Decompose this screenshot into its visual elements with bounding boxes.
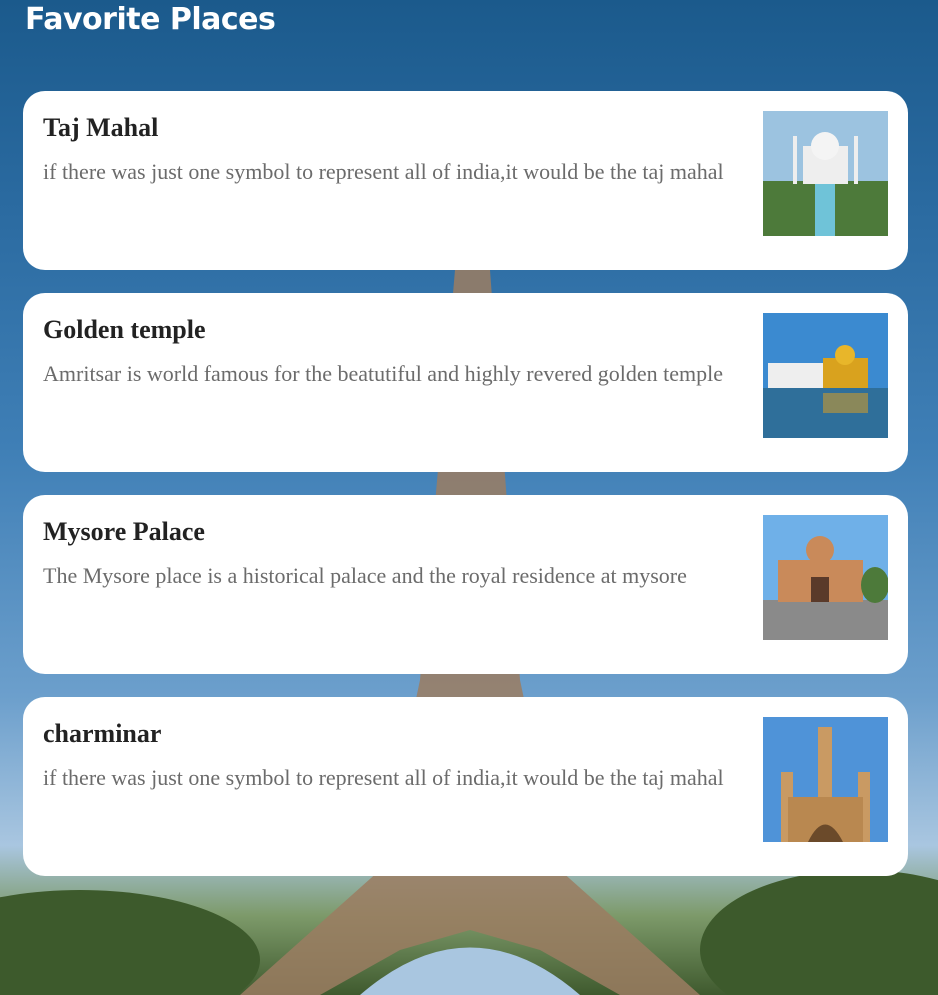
place-card-charminar[interactable]: charminar if there was just one symbol t… xyxy=(23,697,908,876)
place-title: Taj Mahal xyxy=(43,113,159,142)
place-description: Amritsar is world famous for the beatuti… xyxy=(43,361,723,386)
charminar-image xyxy=(763,717,888,842)
place-title: Mysore Palace xyxy=(43,517,205,546)
place-description: The Mysore place is a historical palace … xyxy=(43,563,687,588)
place-description: if there was just one symbol to represen… xyxy=(43,159,724,184)
place-card-golden-temple[interactable]: Golden temple Amritsar is world famous f… xyxy=(23,293,908,472)
taj-mahal-image xyxy=(763,111,888,236)
mysore-palace-image xyxy=(763,515,888,640)
place-title: charminar xyxy=(43,719,162,748)
place-description: if there was just one symbol to represen… xyxy=(43,765,724,790)
golden-temple-image xyxy=(763,313,888,438)
place-title: Golden temple xyxy=(43,315,206,344)
place-card-taj-mahal[interactable]: Taj Mahal if there was just one symbol t… xyxy=(23,91,908,270)
page-title: Favorite Places xyxy=(25,2,276,37)
place-card-mysore-palace[interactable]: Mysore Palace The Mysore place is a hist… xyxy=(23,495,908,674)
